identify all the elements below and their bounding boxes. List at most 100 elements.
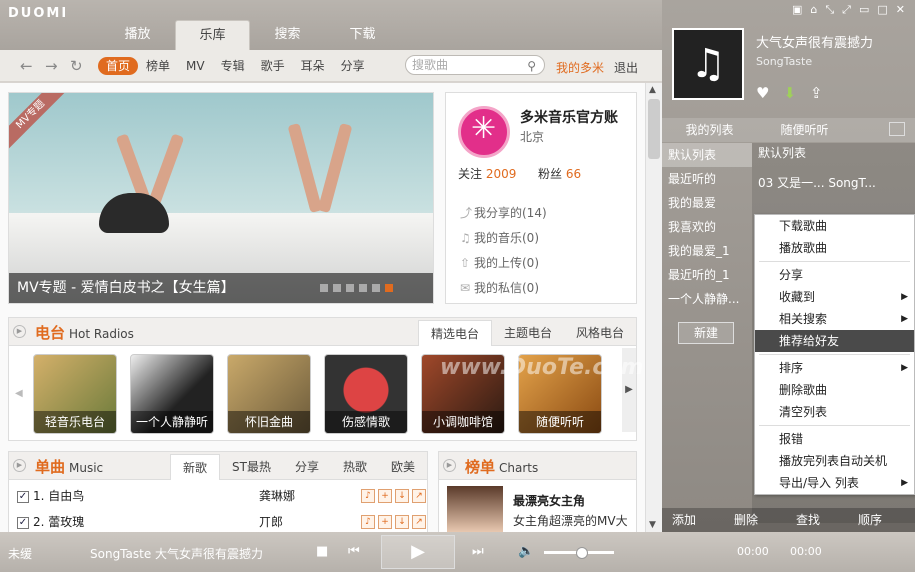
- nav-singers[interactable]: 歌手: [253, 57, 293, 75]
- song-name[interactable]: 2. 蕾玫瑰: [33, 510, 84, 532]
- previous-icon[interactable]: ⏮: [348, 544, 360, 559]
- close-icon[interactable]: ✕: [896, 3, 905, 17]
- download-icon[interactable]: ↓: [395, 489, 409, 503]
- menu-related-search[interactable]: 相关搜索 ▶: [755, 308, 914, 330]
- scroll-left-icon[interactable]: ◀: [15, 388, 23, 399]
- play-button[interactable]: ▶: [381, 535, 455, 569]
- tab-download[interactable]: 下载: [325, 20, 400, 50]
- collapse-icon[interactable]: ▶: [443, 459, 456, 472]
- tab-library[interactable]: 乐库: [175, 20, 250, 50]
- my-music-link[interactable]: ♫ 我的音乐(0): [460, 226, 547, 251]
- nav-home[interactable]: 首页: [98, 57, 139, 75]
- menu-report[interactable]: 报错: [755, 428, 914, 450]
- mini-mode-icon[interactable]: ⤡: [825, 3, 834, 17]
- tab-style-radio[interactable]: 风格电台: [564, 320, 636, 346]
- tab-new-songs[interactable]: 新歌: [169, 454, 220, 480]
- pager-dot-active[interactable]: [385, 284, 393, 292]
- song-singer[interactable]: 丌郎: [259, 510, 283, 532]
- follow-count[interactable]: 关注 2009: [458, 165, 516, 182]
- restore-icon[interactable]: ⤢: [842, 3, 851, 17]
- tab-play[interactable]: 播放: [100, 20, 175, 50]
- menu-sort[interactable]: 排序 ▶: [755, 357, 914, 379]
- tab-random-listen[interactable]: 随便听听: [757, 118, 852, 142]
- menu-auto-shutdown[interactable]: 播放完列表自动关机: [755, 450, 914, 472]
- add-icon[interactable]: +: [378, 489, 392, 503]
- playlist-item[interactable]: 最近听的: [662, 167, 752, 191]
- song-singer[interactable]: 龚琳娜: [259, 484, 295, 508]
- playlist-item[interactable]: 我的最爱: [662, 191, 752, 215]
- nav-albums[interactable]: 专辑: [213, 57, 253, 75]
- logout-link[interactable]: 退出: [614, 59, 638, 76]
- back-icon[interactable]: ←: [20, 57, 33, 75]
- pager-dot[interactable]: [372, 284, 380, 292]
- pager-dot[interactable]: [333, 284, 341, 292]
- menu-clear-list[interactable]: 清空列表: [755, 401, 914, 423]
- share-icon[interactable]: ↗: [412, 515, 426, 529]
- pager-dot[interactable]: [346, 284, 354, 292]
- profile-name[interactable]: 多米音乐官方账: [520, 107, 618, 127]
- song-row[interactable]: ✓ 2. 蕾玫瑰 丌郎 ♪ + ↓ ↗: [17, 510, 427, 532]
- skin-icon[interactable]: ▣: [792, 3, 802, 17]
- tab-search[interactable]: 搜索: [250, 20, 325, 50]
- menu-collect[interactable]: 收藏到 ▶: [755, 286, 914, 308]
- tab-st-hot[interactable]: ST最热: [220, 454, 283, 480]
- tab-my-list[interactable]: 我的列表: [662, 118, 757, 142]
- share-icon[interactable]: ↗: [412, 489, 426, 503]
- tab-western[interactable]: 欧美: [379, 454, 427, 480]
- nav-charts[interactable]: 榜单: [138, 57, 178, 75]
- collapse-icon[interactable]: ▶: [13, 325, 26, 338]
- menu-download[interactable]: 下载歌曲: [755, 215, 914, 237]
- playlist-item[interactable]: 默认列表: [662, 143, 752, 167]
- song-checkbox[interactable]: ✓: [17, 516, 29, 529]
- menu-recommend[interactable]: 推荐给好友: [755, 330, 914, 352]
- radio-station[interactable]: 轻音乐电台: [33, 354, 117, 434]
- collapse-icon[interactable]: ▶: [13, 459, 26, 472]
- listen-icon[interactable]: ♪: [361, 515, 375, 529]
- share-icon[interactable]: ⇪: [810, 84, 823, 102]
- song-name[interactable]: 1. 自由鸟: [33, 484, 84, 508]
- chart-headline[interactable]: 最漂亮女主角: [513, 492, 585, 509]
- playlist-item[interactable]: 我喜欢的: [662, 215, 752, 239]
- nav-mv[interactable]: MV: [178, 57, 213, 75]
- home-icon[interactable]: ⌂: [810, 3, 817, 17]
- playlist-item[interactable]: 最近听的_1: [662, 263, 752, 287]
- refresh-icon[interactable]: ↻: [70, 57, 83, 75]
- find-button[interactable]: 查找: [786, 508, 848, 532]
- tab-hot-songs[interactable]: 热歌: [331, 454, 379, 480]
- mv-banner[interactable]: MV专题 MV专题 - 爱情白皮书之【女生篇】: [8, 92, 434, 304]
- scrollbar[interactable]: ▲ ▼: [645, 83, 662, 532]
- forward-icon[interactable]: →: [45, 57, 58, 75]
- order-button[interactable]: 顺序: [848, 508, 910, 532]
- pager-dot[interactable]: [320, 284, 328, 292]
- playlist-item[interactable]: 一个人静静...: [662, 287, 752, 311]
- minimize-icon[interactable]: ▭: [859, 3, 869, 17]
- song-checkbox[interactable]: ✓: [17, 490, 29, 503]
- new-playlist-button[interactable]: 新建: [678, 322, 734, 344]
- tab-theme-radio[interactable]: 主题电台: [492, 320, 564, 346]
- scroll-down-icon[interactable]: ▼: [649, 520, 656, 530]
- menu-delete-song[interactable]: 删除歌曲: [755, 379, 914, 401]
- maximize-icon[interactable]: □: [877, 3, 887, 17]
- search-input[interactable]: 搜歌曲 ⚲: [405, 55, 545, 75]
- nav-share[interactable]: 分享: [333, 57, 373, 75]
- chart-thumbnail[interactable]: [447, 486, 503, 532]
- playlist-item[interactable]: 我的最爱_1: [662, 239, 752, 263]
- menu-play[interactable]: 播放歌曲: [755, 237, 914, 259]
- track-row[interactable]: 03 又是一... SongT...: [752, 171, 915, 195]
- delete-button[interactable]: 删除: [724, 508, 786, 532]
- scroll-up-icon[interactable]: ▲: [649, 85, 656, 95]
- list-view-icon[interactable]: [889, 122, 905, 136]
- my-uploads-link[interactable]: ⇧ 我的上传(0): [460, 251, 547, 276]
- add-icon[interactable]: +: [378, 515, 392, 529]
- nav-ears[interactable]: 耳朵: [293, 57, 333, 75]
- scroll-thumb[interactable]: [648, 99, 660, 159]
- download-icon[interactable]: ↓: [395, 515, 409, 529]
- search-icon[interactable]: ⚲: [527, 57, 536, 75]
- menu-share[interactable]: 分享: [755, 264, 914, 286]
- radio-station[interactable]: 伤感情歌: [324, 354, 408, 434]
- my-messages-link[interactable]: ✉ 我的私信(0): [460, 276, 547, 301]
- add-button[interactable]: 添加: [662, 508, 724, 532]
- menu-import-export[interactable]: 导出/导入 列表 ▶: [755, 472, 914, 494]
- avatar[interactable]: [458, 106, 510, 158]
- radio-station[interactable]: 一个人静静听: [130, 354, 214, 434]
